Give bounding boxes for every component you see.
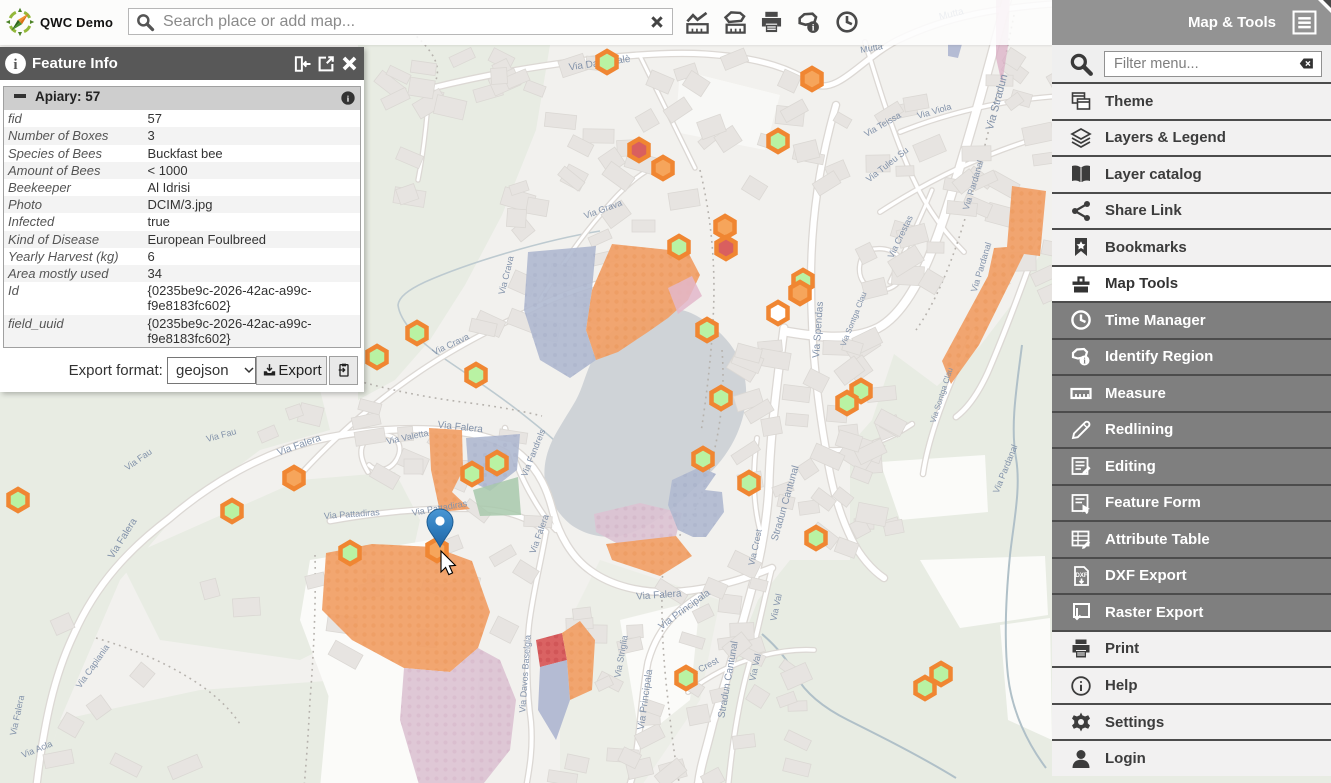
svg-text:i: i (812, 23, 815, 34)
svg-text:DXF: DXF (1075, 572, 1088, 579)
svg-text:i: i (13, 57, 17, 73)
